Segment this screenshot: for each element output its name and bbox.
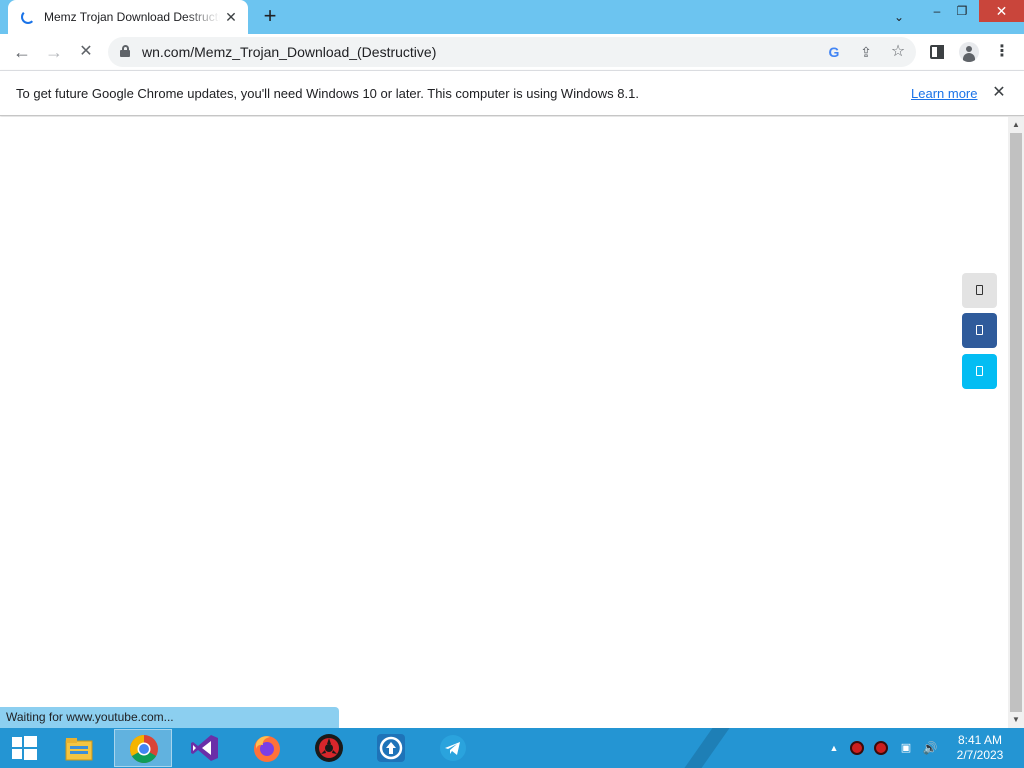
infobar-close-button[interactable]: ✕ (989, 83, 1009, 103)
taskbar-firefox[interactable] (238, 729, 296, 767)
learn-more-link[interactable]: Learn more (911, 86, 977, 101)
chrome-icon (130, 735, 158, 763)
google-lens-icon[interactable]: G (824, 42, 844, 62)
tray-app-icon-1[interactable] (850, 741, 864, 755)
visual-studio-icon (191, 735, 218, 761)
scrollbar-thumb[interactable] (1010, 133, 1022, 712)
side-panel-icon[interactable] (926, 41, 948, 63)
windows-taskbar: ▲ ▣ 🔊 8:41 AM 2/7/2023 (0, 728, 1024, 768)
close-window-button[interactable]: ✕ (979, 0, 1024, 22)
browser-toolbar: ← → ✕ wn.com/Memz_Trojan_Download_(Destr… (0, 34, 1024, 70)
firefox-icon (254, 736, 280, 762)
taskbar-memz-app[interactable] (300, 729, 358, 767)
status-bubble: Waiting for www.youtube.com... (0, 707, 339, 728)
taskbar-upload-app[interactable] (362, 729, 420, 767)
page-viewport (0, 117, 1008, 728)
browser-tab[interactable]: Memz Trojan Download Destructive ✕ (8, 0, 248, 34)
forward-button[interactable]: → (40, 38, 68, 66)
update-infobar: To get future Google Chrome updates, you… (0, 70, 1024, 116)
lock-icon[interactable] (120, 45, 130, 57)
network-icon[interactable]: ▣ (898, 728, 914, 768)
scroll-up-arrow-icon[interactable]: ▲ (1008, 117, 1024, 133)
vertical-scrollbar[interactable]: ▲ ▼ (1008, 117, 1024, 728)
volume-icon[interactable]: 🔊 (920, 728, 940, 768)
share-icon[interactable]: ⇪ (856, 42, 876, 62)
infobar-message: To get future Google Chrome updates, you… (16, 86, 639, 101)
url-text[interactable]: wn.com/Memz_Trojan_Download_(Destructive… (142, 44, 436, 60)
share-button-twitter[interactable] (962, 354, 997, 389)
tab-search-button[interactable]: ⌄ (888, 6, 910, 28)
restore-button[interactable]: ❐ (951, 0, 973, 22)
taskbar-telegram[interactable] (424, 729, 482, 767)
taskbar-visual-studio[interactable] (176, 729, 234, 767)
start-button[interactable] (0, 728, 48, 768)
taskbar-google-chrome[interactable] (114, 729, 172, 767)
back-button[interactable]: ← (8, 38, 36, 66)
stop-loading-button[interactable]: ✕ (72, 38, 100, 66)
biohazard-icon (315, 734, 343, 762)
share-twitter-icon (976, 366, 983, 376)
loading-spinner-icon (21, 10, 35, 24)
minimize-button[interactable]: – (926, 0, 948, 22)
upload-arrow-icon (377, 734, 405, 762)
folder-icon (65, 738, 93, 761)
clock-date: 2/7/2023 (956, 748, 1004, 762)
share-generic-icon (976, 285, 983, 295)
tray-expand-icon[interactable]: ▲ (828, 728, 840, 768)
taskbar-clock[interactable]: 8:41 AM 2/7/2023 (948, 733, 1012, 763)
tab-title: Memz Trojan Download Destructive (44, 10, 220, 24)
bookmark-star-icon[interactable]: ☆ (888, 42, 908, 62)
new-tab-button[interactable]: + (258, 4, 282, 28)
profile-avatar-icon[interactable] (958, 41, 980, 63)
share-button-facebook[interactable] (962, 313, 997, 348)
chrome-menu-icon[interactable]: ⋮ (991, 41, 1013, 63)
title-bar: Memz Trojan Download Destructive ✕ + ⌄ –… (0, 0, 1024, 34)
telegram-icon (440, 735, 466, 761)
scroll-down-arrow-icon[interactable]: ▼ (1008, 712, 1024, 728)
share-button-generic[interactable] (962, 273, 997, 308)
share-facebook-icon (976, 325, 983, 335)
tab-close-button[interactable]: ✕ (222, 8, 240, 26)
tray-app-icon-2[interactable] (874, 741, 888, 755)
clock-time: 8:41 AM (957, 733, 1003, 747)
address-bar[interactable]: wn.com/Memz_Trojan_Download_(Destructive… (108, 37, 916, 67)
taskbar-file-explorer[interactable] (50, 729, 108, 767)
